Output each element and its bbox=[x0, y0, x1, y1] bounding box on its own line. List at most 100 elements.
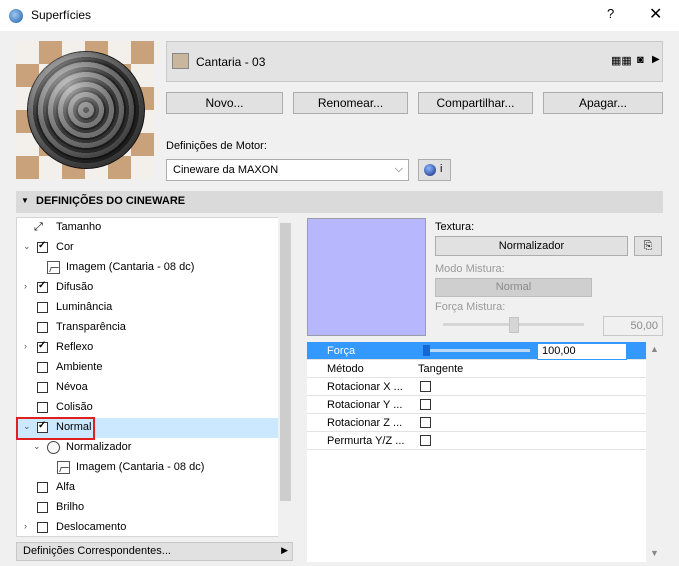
checkbox-rotate-y[interactable] bbox=[420, 399, 431, 410]
texture-button[interactable]: Normalizador bbox=[435, 236, 628, 256]
tree-item-normal-image[interactable]: Imagem (Cantaria - 08 dc) bbox=[17, 458, 279, 478]
strength-input[interactable]: 100,00 bbox=[537, 343, 627, 360]
prop-name: Rotacionar Z ... bbox=[327, 417, 403, 429]
title-bar: Superfícies ? ✕ bbox=[0, 0, 679, 31]
help-button[interactable]: ? bbox=[607, 6, 614, 21]
preview-sphere bbox=[27, 51, 145, 169]
engine-value: Cineware da MAXON bbox=[173, 164, 279, 176]
blend-mode-select[interactable]: Normal bbox=[435, 278, 592, 297]
chevron-right-icon[interactable]: › bbox=[24, 341, 27, 351]
tree-item-reflection[interactable]: › Reflexo bbox=[17, 338, 279, 358]
checkbox-diffusion[interactable] bbox=[37, 280, 48, 293]
material-selector[interactable]: Cantaria - 03 ▦▦ ◙ ▶ bbox=[166, 41, 663, 82]
tree-item-diffusion[interactable]: › Difusão bbox=[17, 278, 279, 298]
tree-label: Névoa bbox=[56, 381, 88, 393]
prop-row-method[interactable]: Método Tangente bbox=[307, 360, 646, 378]
close-button[interactable]: ✕ bbox=[649, 4, 662, 24]
size-icon: ⤢ bbox=[34, 221, 43, 233]
tree-item-environment[interactable]: Ambiente bbox=[17, 358, 279, 378]
checkbox-rotate-z[interactable] bbox=[420, 417, 431, 428]
property-scrollbar[interactable]: ▲ ▼ bbox=[646, 342, 663, 562]
tree-label: Cor bbox=[56, 241, 74, 253]
tree-item-collision[interactable]: Colisão bbox=[17, 398, 279, 418]
cineware-section-header[interactable]: ▼ DEFINIÇÕES DO CINEWARE bbox=[16, 191, 663, 213]
checkbox-color[interactable] bbox=[37, 240, 48, 253]
tree-label: Brilho bbox=[56, 501, 85, 513]
tree-label: Colisão bbox=[56, 401, 93, 413]
prop-name: Permurta Y/Z ... bbox=[327, 435, 405, 447]
chevron-right-icon[interactable]: › bbox=[24, 521, 27, 531]
normal-map-preview bbox=[307, 218, 426, 336]
collapse-icon: ▼ bbox=[21, 196, 29, 205]
checkbox-swap-yz[interactable] bbox=[420, 435, 431, 446]
highlight-box bbox=[16, 417, 95, 440]
checkbox-luminance[interactable] bbox=[37, 302, 48, 313]
tree-label: Difusão bbox=[56, 281, 94, 293]
checkbox-fog[interactable] bbox=[37, 382, 48, 393]
prop-value[interactable]: Tangente bbox=[418, 363, 463, 375]
texture-load-icon[interactable]: ⎘ bbox=[634, 236, 662, 256]
prop-row-rotate-x[interactable]: Rotacionar X ... bbox=[307, 378, 646, 396]
matching-settings-button[interactable]: Definições Correspondentes... ▶ bbox=[16, 542, 293, 561]
tree-item-color-image[interactable]: Imagem (Cantaria - 08 dc) bbox=[17, 258, 279, 278]
delete-button[interactable]: Apagar... bbox=[543, 92, 663, 114]
prop-row-rotate-z[interactable]: Rotacionar Z ... bbox=[307, 414, 646, 432]
tree-label: Luminância bbox=[56, 301, 113, 313]
image-icon bbox=[57, 461, 70, 474]
blend-strength-input[interactable]: 50,00 bbox=[603, 316, 663, 336]
prop-row-rotate-y[interactable]: Rotacionar Y ... bbox=[307, 396, 646, 414]
checkbox-collision[interactable] bbox=[37, 402, 48, 413]
tree-label: Transparência bbox=[56, 321, 126, 333]
checkbox-displacement[interactable] bbox=[37, 522, 48, 533]
engine-select[interactable]: Cineware da MAXON ⌵ bbox=[166, 159, 409, 181]
strength-slider[interactable] bbox=[423, 349, 530, 352]
tree-scrollbar[interactable] bbox=[278, 217, 293, 537]
tree-item-fog[interactable]: Névoa bbox=[17, 378, 279, 398]
tree-item-glow[interactable]: Brilho bbox=[17, 498, 279, 518]
blend-strength-thumb[interactable] bbox=[509, 317, 519, 333]
chevron-right-icon[interactable]: ▶ bbox=[652, 54, 660, 65]
expand-icon[interactable]: ⌄ bbox=[33, 441, 41, 452]
tree-label: Alfa bbox=[56, 481, 75, 493]
channel-tree: ⤢ Tamanho ⌄ Cor Imagem (Cantaria - 08 dc… bbox=[16, 217, 293, 537]
scroll-thumb[interactable] bbox=[280, 223, 291, 501]
info-icon: i bbox=[440, 163, 443, 175]
tree-label: Ambiente bbox=[56, 361, 103, 373]
checkbox-glow[interactable] bbox=[37, 502, 48, 513]
matching-settings-label: Definições Correspondentes... bbox=[23, 545, 171, 557]
tree-item-color[interactable]: ⌄ Cor bbox=[17, 238, 279, 258]
strength-thumb[interactable] bbox=[423, 345, 430, 356]
material-name: Cantaria - 03 bbox=[196, 55, 266, 69]
cinema4d-icon bbox=[424, 164, 436, 176]
tree-label: Imagem (Cantaria - 08 dc) bbox=[66, 261, 195, 273]
tree-item-displacement[interactable]: › Deslocamento bbox=[17, 518, 279, 536]
expand-icon[interactable]: ⌄ bbox=[23, 241, 31, 252]
checkbox-transparency[interactable] bbox=[37, 322, 48, 333]
blend-strength-label: Força Mistura: bbox=[435, 301, 506, 313]
prop-name: Força bbox=[327, 345, 356, 357]
property-table: Força Método Tangente Rotacionar X ... R… bbox=[307, 342, 646, 562]
scroll-up-icon[interactable]: ▲ bbox=[650, 344, 659, 354]
tree-item-normalizer[interactable]: ⌄ Normalizador bbox=[17, 438, 279, 458]
checkbox-alpha[interactable] bbox=[37, 482, 48, 493]
tree-label: Normalizador bbox=[66, 441, 132, 453]
tree-item-transparency[interactable]: Transparência bbox=[17, 318, 279, 338]
scroll-down-icon[interactable]: ▼ bbox=[650, 548, 659, 558]
tree-label: Deslocamento bbox=[56, 521, 127, 533]
checkbox-environment[interactable] bbox=[37, 362, 48, 373]
share-button[interactable]: Compartilhar... bbox=[418, 92, 533, 114]
tree-item-alpha[interactable]: Alfa bbox=[17, 478, 279, 498]
checkbox-reflection[interactable] bbox=[37, 340, 48, 353]
new-button[interactable]: Novo... bbox=[166, 92, 283, 114]
rename-button[interactable]: Renomear... bbox=[293, 92, 408, 114]
tree-item-luminance[interactable]: Luminância bbox=[17, 298, 279, 318]
checkbox-rotate-x[interactable] bbox=[420, 381, 431, 392]
cineware-info-button[interactable]: i bbox=[418, 159, 451, 181]
tree-item-size[interactable]: ⤢ Tamanho bbox=[17, 218, 279, 238]
image-icon bbox=[47, 261, 60, 274]
shader-icon bbox=[47, 441, 60, 454]
chevron-right-icon[interactable]: › bbox=[24, 281, 27, 291]
prop-row-swap-yz[interactable]: Permurta Y/Z ... bbox=[307, 432, 646, 450]
prop-name: Rotacionar Y ... bbox=[327, 399, 403, 411]
tree-label: Tamanho bbox=[56, 221, 102, 233]
